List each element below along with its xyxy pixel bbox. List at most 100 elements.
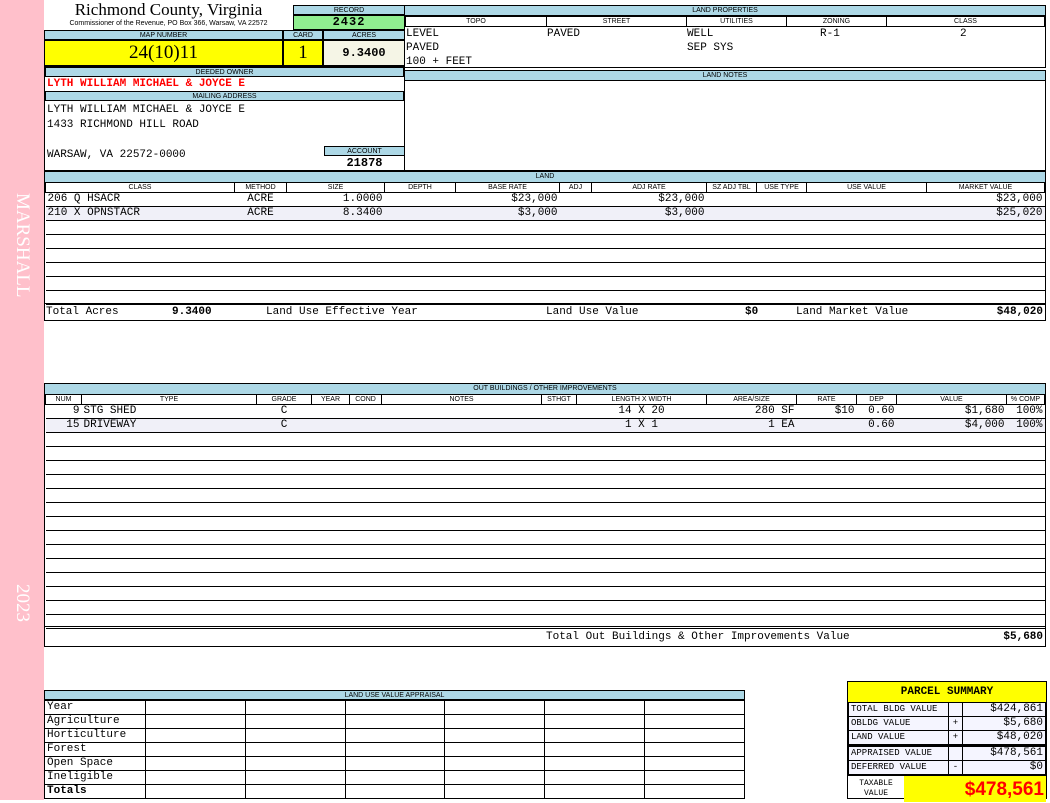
- outbuildings-total-label: Total Out Buildings & Other Improvements…: [546, 631, 850, 643]
- land-use-table: Year Agriculture Horticulture Forest Open Sp…: [44, 700, 745, 799]
- table-cell: 1 X 1: [576, 418, 707, 433]
- land-use-row: Horticulture: [44, 728, 745, 743]
- table-cell: [706, 432, 797, 447]
- table-cell: [796, 418, 857, 433]
- table-cell: [311, 488, 350, 503]
- column-header: GRADE: [256, 394, 312, 405]
- land-use-cell: [544, 742, 646, 757]
- table-cell: [45, 276, 235, 291]
- table-cell: [45, 446, 82, 461]
- table-cell: [256, 586, 312, 601]
- table-cell: [81, 488, 257, 503]
- sidebar-name: MARSHALL: [12, 192, 33, 298]
- column-header: DEP: [856, 394, 897, 405]
- table-cell: [796, 432, 857, 447]
- table-cell: [541, 516, 577, 531]
- table-cell: [256, 502, 312, 517]
- table-cell: [756, 220, 807, 235]
- land-use-cell: [644, 742, 745, 757]
- table-cell: [856, 446, 897, 461]
- table-cell: [856, 572, 897, 587]
- empty-row: [45, 276, 1045, 291]
- empty-row: [45, 220, 1045, 235]
- table-cell: [1006, 446, 1045, 461]
- sidebar-year: 2023: [12, 583, 33, 622]
- summary-value: $48,020: [962, 730, 1046, 746]
- table-row: 210 X OPNSTACR ACRE 8.3400 $3,000 $3,000 $25,…: [45, 206, 1045, 221]
- table-cell: [706, 530, 797, 545]
- table-cell: [706, 192, 757, 207]
- table-cell: [311, 544, 350, 559]
- table-cell: [381, 586, 542, 601]
- column-header: LENGTH X WIDTH: [576, 394, 707, 405]
- table-cell: [311, 460, 350, 475]
- table-cell: [896, 488, 1007, 503]
- summary-row: TOTAL BLDG VALUE $424,861: [848, 702, 1046, 717]
- summary-label: APPRAISED VALUE: [848, 744, 949, 761]
- summary-operator: +: [948, 730, 963, 746]
- land-use-cell: [245, 756, 346, 771]
- table-cell: [349, 530, 382, 545]
- table-cell: C: [256, 418, 312, 433]
- land-use-cell: [644, 728, 745, 743]
- summary-value: $5,680: [962, 716, 1046, 731]
- table-cell: [381, 516, 542, 531]
- column-header: SIZE: [286, 182, 385, 193]
- utilities-values: WELL SEP SYS: [687, 27, 733, 55]
- column-header: NOTES: [381, 394, 542, 405]
- table-cell: 14 X 20: [576, 404, 707, 419]
- table-cell: [81, 502, 257, 517]
- table-cell: [576, 516, 707, 531]
- card-number: 1: [283, 40, 323, 66]
- table-cell: [234, 234, 287, 249]
- table-cell: [591, 234, 707, 249]
- land-table: CLASS METHOD SIZE DEPTH BASE RATE ADJ ADJ RATE…: [45, 182, 1045, 305]
- empty-row: [45, 572, 1045, 587]
- land-use-row: Forest: [44, 742, 745, 757]
- table-cell: [706, 558, 797, 573]
- column-header: CLASS: [45, 182, 235, 193]
- table-cell: [806, 248, 927, 263]
- land-use-cell: [444, 742, 546, 757]
- table-cell: [576, 572, 707, 587]
- table-cell: [381, 558, 542, 573]
- table-cell: [384, 248, 456, 263]
- table-cell: [1006, 516, 1045, 531]
- table-cell: [706, 276, 757, 291]
- table-cell: [796, 516, 857, 531]
- table-cell: [926, 262, 1045, 277]
- table-cell: [349, 502, 382, 517]
- table-cell: [796, 530, 857, 545]
- land-notes: LAND NOTES: [404, 70, 1046, 171]
- table-cell: [1006, 460, 1045, 475]
- table-cell: [706, 248, 757, 263]
- table-cell: [45, 488, 82, 503]
- table-cell: [806, 192, 927, 207]
- table-cell: [256, 530, 312, 545]
- table-cell: [541, 558, 577, 573]
- table-cell: [1006, 530, 1045, 545]
- table-cell: $10: [796, 404, 857, 419]
- col-utilities: UTILITIES: [686, 16, 787, 27]
- table-cell: [856, 600, 897, 615]
- table-cell: [311, 432, 350, 447]
- table-cell: [45, 432, 82, 447]
- map-number: 24(10)11: [44, 40, 283, 66]
- acres-value: 9.3400: [323, 40, 405, 66]
- table-cell: [45, 220, 235, 235]
- land-use-cell: [644, 784, 745, 799]
- land-use-cell: [145, 742, 246, 757]
- taxable-row: TAXABLE VALUE $478,561: [848, 775, 1046, 802]
- column-header: VALUE: [896, 394, 1007, 405]
- summary-row: DEFERRED VALUE - $0: [848, 760, 1046, 775]
- table-cell: [806, 276, 927, 291]
- table-cell: [81, 516, 257, 531]
- sidebar: MARSHALL 2023: [0, 0, 44, 800]
- table-cell: [349, 432, 382, 447]
- land-use-cell: [544, 714, 646, 729]
- total-acres: 9.3400: [172, 306, 212, 318]
- empty-row: [45, 502, 1045, 517]
- table-cell: [541, 488, 577, 503]
- table-cell: [796, 558, 857, 573]
- table-cell: $25,020: [926, 206, 1045, 221]
